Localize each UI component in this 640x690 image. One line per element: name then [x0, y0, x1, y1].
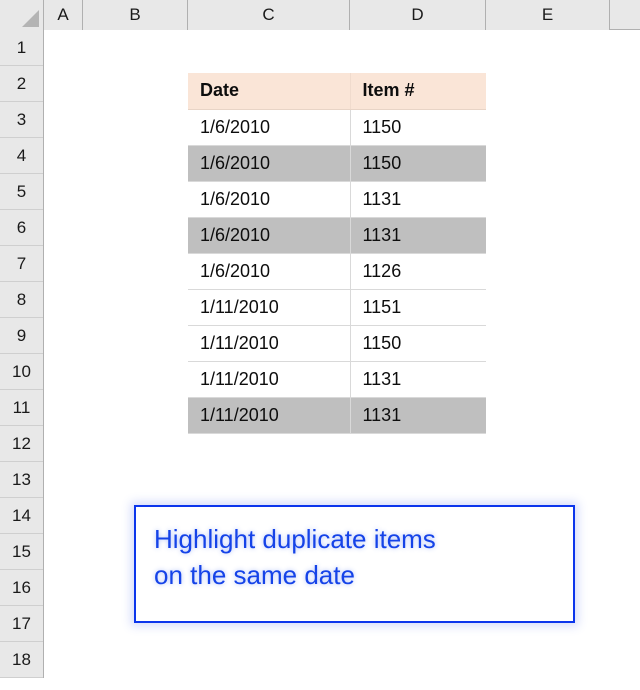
cell-item[interactable]: 1131 — [350, 397, 486, 434]
row-header-12[interactable]: 12 — [0, 426, 43, 462]
column-header-c[interactable]: C — [188, 0, 350, 30]
cell-date[interactable]: 1/6/2010 — [188, 217, 351, 254]
cell-item[interactable]: 1150 — [350, 109, 486, 146]
table-row[interactable]: 1/11/2010 1150 — [188, 325, 486, 362]
cell-item[interactable]: 1131 — [350, 181, 486, 218]
column-header-d[interactable]: D — [350, 0, 486, 30]
cell-date[interactable]: 1/11/2010 — [188, 325, 351, 362]
select-all-triangle-icon — [22, 10, 39, 27]
table-header-row: Date Item # — [188, 73, 486, 110]
row-header-16[interactable]: 16 — [0, 570, 43, 606]
table-row[interactable]: 1/6/2010 1150 — [188, 145, 486, 182]
cell-item[interactable]: 1131 — [350, 217, 486, 254]
row-header-column: 1 2 3 4 5 6 7 8 9 10 11 12 13 14 15 16 17 18 — [0, 30, 44, 678]
row-header-14[interactable]: 14 — [0, 498, 43, 534]
row-header-6[interactable]: 6 — [0, 210, 43, 246]
callout-text: Highlight duplicate items on the same da… — [154, 524, 436, 591]
row-header-7[interactable]: 7 — [0, 246, 43, 282]
cell-date[interactable]: 1/6/2010 — [188, 181, 351, 218]
table-row[interactable]: 1/6/2010 1150 — [188, 109, 486, 146]
table-row[interactable]: 1/6/2010 1131 — [188, 217, 486, 254]
callout-textbox[interactable]: Highlight duplicate items on the same da… — [134, 505, 575, 623]
row-header-18[interactable]: 18 — [0, 642, 43, 678]
row-header-11[interactable]: 11 — [0, 390, 43, 426]
row-header-3[interactable]: 3 — [0, 102, 43, 138]
table-row[interactable]: 1/6/2010 1126 — [188, 253, 486, 290]
column-header-date: Date — [188, 73, 351, 110]
row-header-2[interactable]: 2 — [0, 66, 43, 102]
table-row[interactable]: 1/11/2010 1131 — [188, 361, 486, 398]
table-row[interactable]: 1/11/2010 1151 — [188, 289, 486, 326]
row-header-8[interactable]: 8 — [0, 282, 43, 318]
data-table: Date Item # 1/6/2010 1150 1/6/2010 1150 1/6/… — [188, 73, 486, 434]
cell-item[interactable]: 1150 — [350, 325, 486, 362]
cell-date[interactable]: 1/11/2010 — [188, 397, 351, 434]
cell-date[interactable]: 1/11/2010 — [188, 289, 351, 326]
column-header-b[interactable]: B — [83, 0, 188, 30]
row-header-13[interactable]: 13 — [0, 462, 43, 498]
row-header-17[interactable]: 17 — [0, 606, 43, 642]
row-header-4[interactable]: 4 — [0, 138, 43, 174]
table-row[interactable]: 1/11/2010 1131 — [188, 397, 486, 434]
select-all-corner-button[interactable] — [0, 0, 44, 30]
row-header-1[interactable]: 1 — [0, 30, 43, 66]
cell-date[interactable]: 1/6/2010 — [188, 145, 351, 182]
cell-date[interactable]: 1/6/2010 — [188, 253, 351, 290]
row-header-10[interactable]: 10 — [0, 354, 43, 390]
column-header-item: Item # — [350, 73, 486, 110]
column-header-row: A B C D E — [0, 0, 640, 30]
cell-item[interactable]: 1150 — [350, 145, 486, 182]
row-header-9[interactable]: 9 — [0, 318, 43, 354]
table-row[interactable]: 1/6/2010 1131 — [188, 181, 486, 218]
row-header-15[interactable]: 15 — [0, 534, 43, 570]
cell-item[interactable]: 1126 — [350, 253, 486, 290]
cell-date[interactable]: 1/6/2010 — [188, 109, 351, 146]
column-header-a[interactable]: A — [44, 0, 83, 30]
column-header-e[interactable]: E — [486, 0, 610, 30]
cell-item[interactable]: 1131 — [350, 361, 486, 398]
cell-item[interactable]: 1151 — [350, 289, 486, 326]
cell-date[interactable]: 1/11/2010 — [188, 361, 351, 398]
row-header-5[interactable]: 5 — [0, 174, 43, 210]
